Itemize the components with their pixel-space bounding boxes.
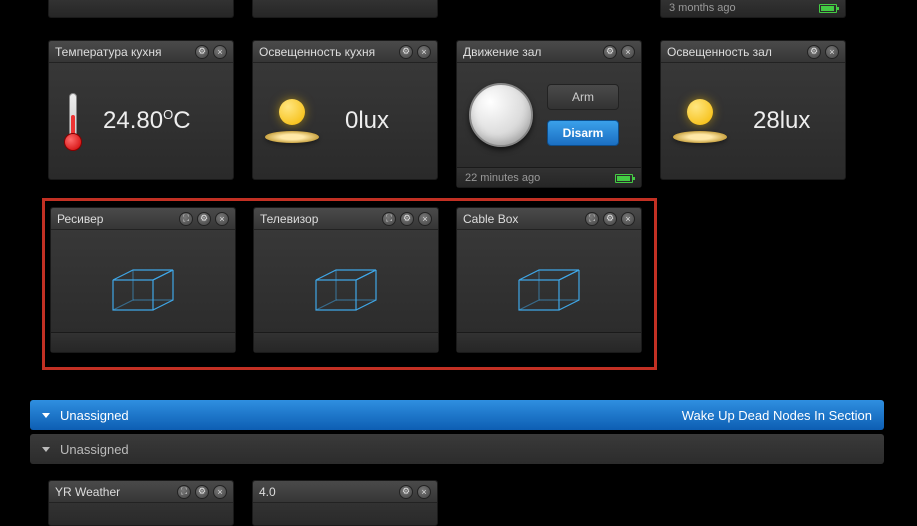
timestamp: 3 months ago bbox=[669, 2, 736, 14]
lux-icon bbox=[673, 99, 727, 143]
close-icon[interactable]: × bbox=[417, 45, 431, 59]
close-icon[interactable]: × bbox=[621, 45, 635, 59]
chevron-down-icon bbox=[42, 413, 50, 418]
tile-cablebox: Cable Box ⛶ ⚙ × bbox=[456, 207, 642, 353]
tile-tv: Телевизор ⛶ ⚙ × bbox=[253, 207, 439, 353]
settings-icon[interactable]: ⚙ bbox=[195, 485, 209, 499]
section-title: Unassigned bbox=[60, 442, 129, 457]
section-unassigned-primary[interactable]: Unassigned Wake Up Dead Nodes In Section bbox=[30, 400, 884, 430]
close-icon[interactable]: × bbox=[825, 45, 839, 59]
wake-dead-nodes-link[interactable]: Wake Up Dead Nodes In Section bbox=[682, 408, 872, 423]
lux-icon bbox=[265, 99, 319, 143]
settings-icon[interactable]: ⚙ bbox=[399, 45, 413, 59]
value: 0lux bbox=[345, 107, 389, 135]
chevron-down-icon bbox=[42, 447, 50, 452]
value: 24.80OC bbox=[103, 107, 191, 135]
settings-icon[interactable]: ⚙ bbox=[603, 212, 617, 226]
tile-footer-stub bbox=[48, 0, 234, 18]
settings-icon[interactable]: ⚙ bbox=[399, 485, 413, 499]
tile-yr-weather: YR Weather ⛶ ⚙ × bbox=[48, 480, 234, 526]
expand-icon[interactable]: ⛶ bbox=[585, 212, 599, 226]
tile-title: Cable Box bbox=[463, 212, 585, 226]
tile-footer-stub: 3 months ago bbox=[660, 0, 846, 18]
expand-icon[interactable]: ⛶ bbox=[177, 485, 191, 499]
close-icon[interactable]: × bbox=[213, 485, 227, 499]
tile-footer-stub bbox=[252, 0, 438, 18]
tile-title: YR Weather bbox=[55, 485, 177, 499]
settings-icon[interactable]: ⚙ bbox=[197, 212, 211, 226]
battery-icon bbox=[819, 4, 837, 13]
tile-title: Ресивер bbox=[57, 212, 179, 226]
settings-icon[interactable]: ⚙ bbox=[195, 45, 209, 59]
tile-receiver: Ресивер ⛶ ⚙ × bbox=[50, 207, 236, 353]
tile-title: Движение зал bbox=[463, 45, 603, 59]
section-title: Unassigned bbox=[60, 408, 129, 423]
tile-light-hall: Освещенность зал ⚙ × 28lux bbox=[660, 40, 846, 180]
timestamp: 22 minutes ago bbox=[465, 172, 540, 184]
close-icon[interactable]: × bbox=[213, 45, 227, 59]
disarm-button[interactable]: Disarm bbox=[547, 120, 619, 146]
expand-icon[interactable]: ⛶ bbox=[179, 212, 193, 226]
tile-light-kitchen: Освещенность кухня ⚙ × 0lux bbox=[252, 40, 438, 180]
tile-motion-hall: Движение зал ⚙ × Arm Disarm 22 minutes a… bbox=[456, 40, 642, 188]
arm-button[interactable]: Arm bbox=[547, 84, 619, 110]
settings-icon[interactable]: ⚙ bbox=[807, 45, 821, 59]
close-icon[interactable]: × bbox=[417, 485, 431, 499]
tile-title: Температура кухня bbox=[55, 45, 195, 59]
tile-4-0: 4.0 ⚙ × bbox=[252, 480, 438, 526]
motion-sensor-icon bbox=[469, 83, 533, 147]
settings-icon[interactable]: ⚙ bbox=[603, 45, 617, 59]
value: 28lux bbox=[753, 107, 810, 135]
close-icon[interactable]: × bbox=[215, 212, 229, 226]
tile-temp-kitchen: Температура кухня ⚙ × 24.80OC bbox=[48, 40, 234, 180]
section-unassigned-secondary[interactable]: Unassigned bbox=[30, 434, 884, 464]
tile-title: Освещенность кухня bbox=[259, 45, 399, 59]
tile-title: Освещенность зал bbox=[667, 45, 807, 59]
thermometer-icon bbox=[61, 91, 85, 151]
tile-title: Телевизор bbox=[260, 212, 382, 226]
close-icon[interactable]: × bbox=[621, 212, 635, 226]
settings-icon[interactable]: ⚙ bbox=[400, 212, 414, 226]
expand-icon[interactable]: ⛶ bbox=[382, 212, 396, 226]
battery-icon bbox=[615, 174, 633, 183]
close-icon[interactable]: × bbox=[418, 212, 432, 226]
tile-title: 4.0 bbox=[259, 485, 399, 499]
